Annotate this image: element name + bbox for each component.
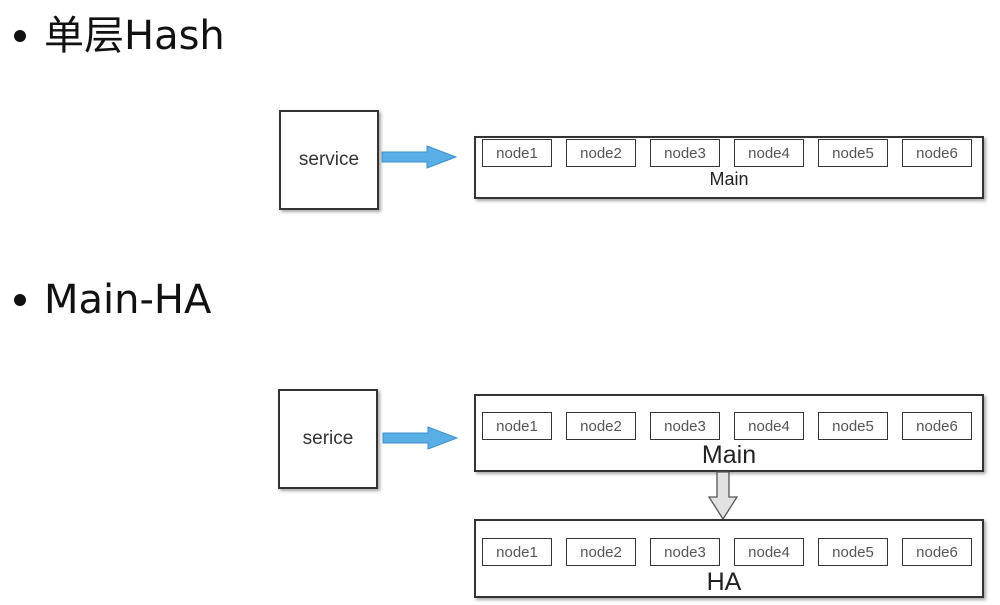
down-arrow-icon <box>708 471 738 521</box>
cluster-ha: node1 node2 node3 node4 node5 node6 HA <box>474 519 984 598</box>
node-box: node4 <box>734 412 804 440</box>
heading-text: Main-HA <box>44 277 212 323</box>
bullet-icon <box>14 294 26 306</box>
cluster-main: node1 node2 node3 node4 node5 node6 Main <box>474 394 984 472</box>
right-arrow-icon <box>382 426 458 450</box>
node-box: node2 <box>566 412 636 440</box>
bullet-icon <box>14 30 26 42</box>
cluster-label: Main <box>709 169 749 189</box>
cluster-main: node1 node2 node3 node4 node5 node6 Main <box>474 136 984 199</box>
node-box: node5 <box>818 139 888 167</box>
cluster-label: Main <box>701 441 757 469</box>
node-box: node5 <box>818 412 888 440</box>
node-box: node2 <box>566 139 636 167</box>
node-box: node2 <box>566 538 636 566</box>
service-label: service <box>298 149 360 170</box>
node-box: node6 <box>902 139 972 167</box>
section-heading-single-hash: 单层Hash <box>8 12 225 60</box>
node-box: node5 <box>818 538 888 566</box>
node-box: node3 <box>650 538 720 566</box>
right-arrow-icon <box>381 145 457 169</box>
section-heading-main-ha: Main-HA <box>8 276 211 324</box>
node-box: node1 <box>482 538 552 566</box>
node-box: node1 <box>482 412 552 440</box>
node-box: node1 <box>482 139 552 167</box>
heading-text: 单层Hash <box>44 13 225 59</box>
node-box: node6 <box>902 412 972 440</box>
service-box: service <box>279 110 379 210</box>
node-box: node4 <box>734 538 804 566</box>
service-label: serice <box>302 428 354 449</box>
cluster-label: HA <box>706 568 742 596</box>
node-box: node3 <box>650 139 720 167</box>
node-box: node3 <box>650 412 720 440</box>
node-box: node4 <box>734 139 804 167</box>
service-box: serice <box>278 389 378 489</box>
node-box: node6 <box>902 538 972 566</box>
